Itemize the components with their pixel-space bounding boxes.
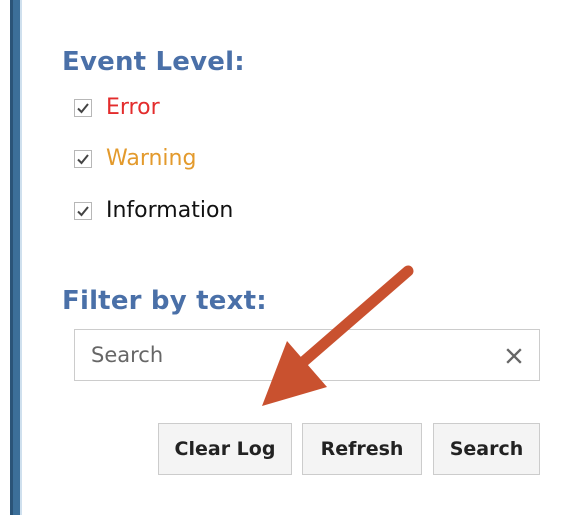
- filter-title: Filter by text:: [62, 286, 267, 316]
- checkmark-icon: [77, 154, 89, 165]
- checkmark-icon: [77, 206, 89, 217]
- search-button[interactable]: Search: [433, 423, 540, 475]
- checkbox-label-error: Error: [106, 95, 160, 120]
- checkbox-label-information: Information: [106, 198, 234, 223]
- refresh-button[interactable]: Refresh: [302, 423, 422, 475]
- checkbox-row-error[interactable]: Error: [74, 92, 160, 124]
- left-border-strip: [10, 0, 22, 515]
- close-icon[interactable]: [503, 345, 525, 367]
- checkbox-row-warning[interactable]: Warning: [74, 143, 196, 175]
- search-input[interactable]: [91, 340, 481, 370]
- checkbox-row-information[interactable]: Information: [74, 195, 233, 227]
- checkbox-error[interactable]: [74, 99, 92, 117]
- search-box[interactable]: [74, 329, 540, 381]
- clear-log-button[interactable]: Clear Log: [158, 423, 292, 475]
- event-log-panel: Event Level: Error Warning Information F…: [0, 0, 582, 515]
- checkbox-label-warning: Warning: [106, 146, 197, 171]
- checkmark-icon: [77, 103, 89, 114]
- checkbox-information[interactable]: [74, 202, 92, 220]
- checkbox-warning[interactable]: [74, 150, 92, 168]
- event-level-title: Event Level:: [62, 47, 245, 77]
